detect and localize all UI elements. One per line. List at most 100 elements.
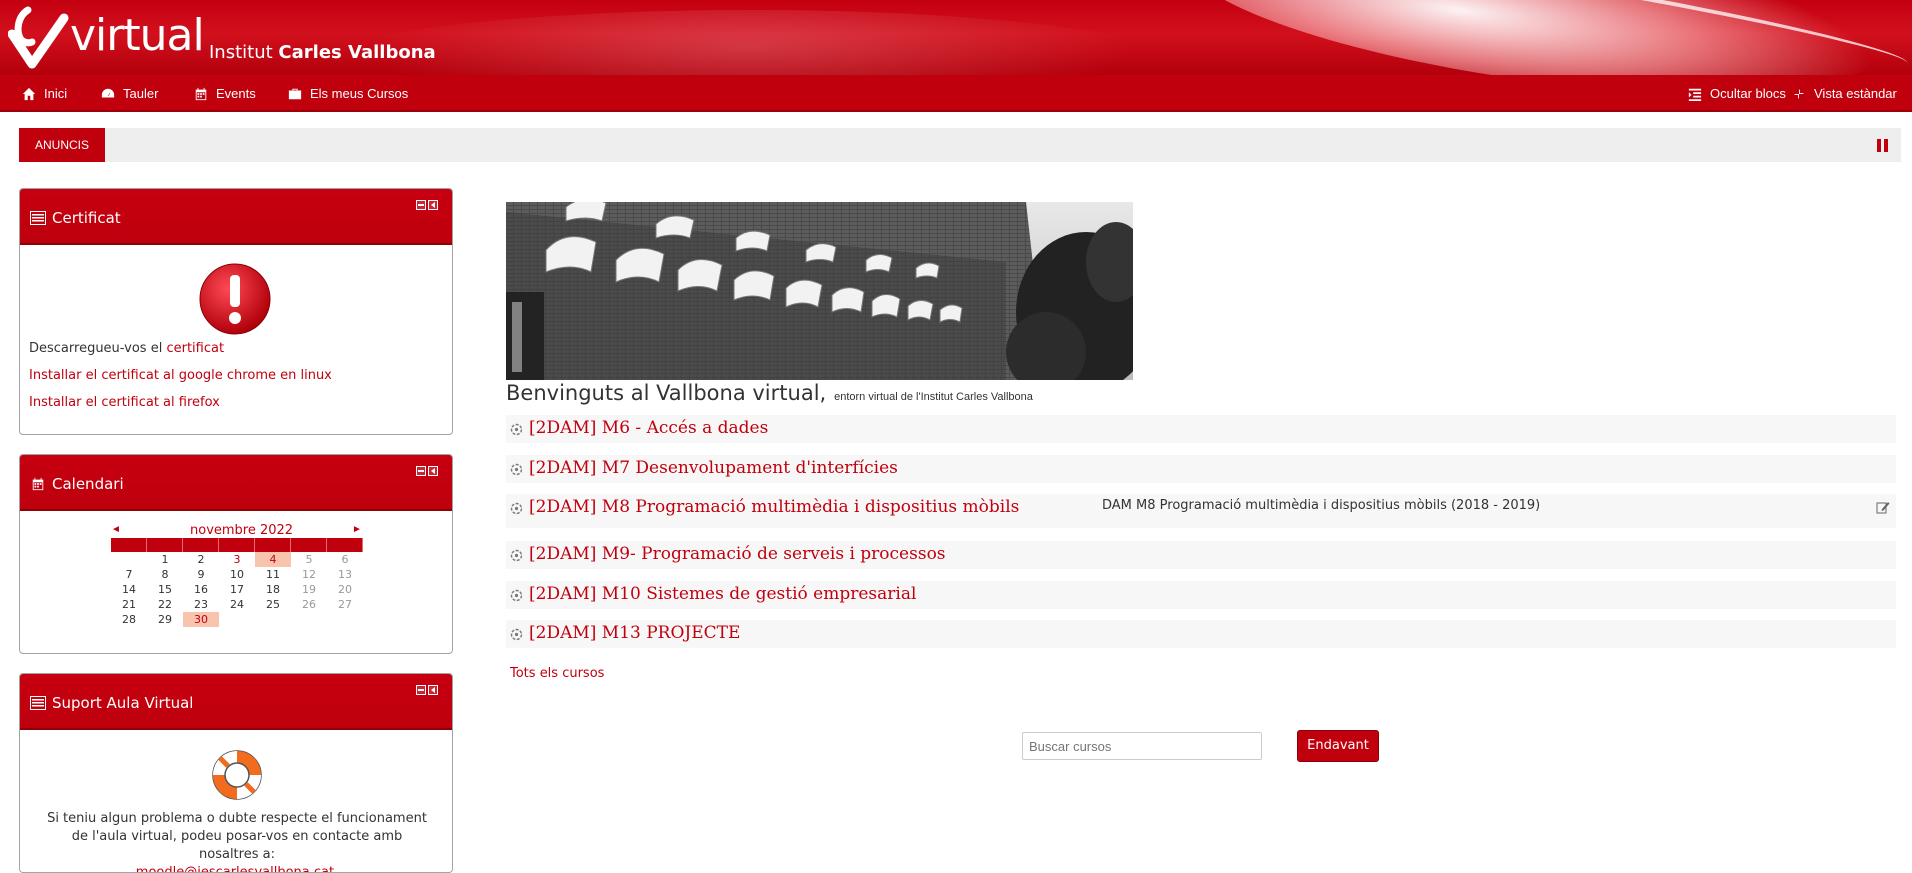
calendar-day[interactable]: 14 [111, 582, 147, 597]
dashboard-icon [101, 88, 115, 97]
calendar-day [219, 612, 255, 627]
search-go-button[interactable]: Endavant [1297, 730, 1379, 762]
calendar-day[interactable]: 1 [147, 552, 183, 567]
course-item[interactable]: [2DAM] M9- Programació de serveis i proc… [506, 541, 1896, 569]
calendar-day[interactable]: 20 [327, 582, 363, 597]
course-link[interactable]: [2DAM] M9- Programació de serveis i proc… [529, 544, 946, 564]
block-title: Suport Aula Virtual [30, 694, 193, 712]
calendar-day[interactable]: 21 [111, 597, 147, 612]
course-search-input[interactable] [1022, 732, 1262, 760]
course-item[interactable]: [2DAM] M7 Desenvolupament d'interfícies [506, 455, 1896, 483]
nav-item-els-meus-cursos[interactable]: Els meus Cursos [288, 75, 408, 112]
calendar-day[interactable]: 29 [147, 612, 183, 627]
nav-item-tauler[interactable]: Tauler [101, 75, 158, 112]
institute-name: Institut Carles Vallbona [209, 42, 436, 63]
calendar-day[interactable]: 25 [255, 597, 291, 612]
logo-mark-icon[interactable] [8, 4, 70, 70]
course-link[interactable]: [2DAM] M6 - Accés a dades [529, 418, 768, 438]
course-item[interactable]: [2DAM] M8 Programació multimèdia i dispo… [506, 494, 1896, 528]
support-email-link[interactable]: moodle@iescarlesvallbona.cat [136, 865, 334, 872]
course-item[interactable]: [2DAM] M6 - Accés a dades [506, 415, 1896, 443]
block-calendar: Calendari ◄ novembre 2022 ► 1 2 3 4 5 6 7 8 9 10 1… [19, 454, 453, 654]
pause-icon[interactable] [1877, 139, 1889, 152]
course-link[interactable]: [2DAM] M8 Programació multimèdia i dispo… [529, 497, 1019, 517]
calendar-day[interactable]: 12 [291, 567, 327, 582]
warning-icon [199, 263, 271, 335]
welcome-subtitle: entorn virtual de l'Institut Carles Vall… [834, 391, 1033, 403]
calendar-day[interactable]: 22 [147, 597, 183, 612]
calendar-day[interactable]: 30 [183, 612, 219, 627]
site-header: virtual Institut Carles Vallbona [0, 0, 1912, 75]
calendar-day[interactable]: 8 [147, 567, 183, 582]
course-link[interactable]: [2DAM] M13 PROJECTE [529, 623, 740, 643]
course-item[interactable]: [2DAM] M13 PROJECTE [506, 620, 1896, 648]
calendar-day[interactable]: 27 [327, 597, 363, 612]
calendar-day[interactable]: 4 [255, 552, 291, 567]
standard-view-button[interactable]: Vista estàndar [1792, 75, 1897, 112]
calendar-day[interactable]: 28 [111, 612, 147, 627]
calendar-day[interactable]: 7 [111, 567, 147, 582]
calendar-body: ◄ novembre 2022 ► 1 2 3 4 5 6 7 8 9 10 11 12 13 14 15 1… [20, 511, 452, 653]
chrome-install-link[interactable]: Installar el certificat al google chrome… [29, 368, 332, 383]
calendar-weekday-header [111, 538, 363, 552]
welcome-heading: Benvinguts al Vallbona virtual, entorn v… [506, 381, 1033, 405]
hide-blocks-button[interactable]: Ocultar blocs [1688, 75, 1786, 112]
all-courses-link[interactable]: Tots els cursos [510, 666, 604, 681]
dock-icon[interactable] [428, 200, 438, 210]
calendar-day[interactable]: 3 [219, 552, 255, 567]
firefox-install-link[interactable]: Installar el certificat al firefox [29, 395, 220, 410]
calendar-day[interactable]: 24 [219, 597, 255, 612]
calendar-day[interactable]: 6 [327, 552, 363, 567]
block-title-text: Calendari [52, 475, 124, 493]
collapse-icon[interactable] [416, 685, 426, 695]
home-icon [22, 87, 36, 100]
calendar-day[interactable]: 5 [291, 552, 327, 567]
nav-label: Events [216, 86, 256, 101]
block-header: Suport Aula Virtual [20, 674, 452, 730]
nav-item-inici[interactable]: Inici [22, 75, 67, 112]
download-prefix: Descarregueu-vos el [29, 341, 163, 356]
welcome-title: Benvinguts al Vallbona virtual, [506, 381, 827, 405]
course-item[interactable]: [2DAM] M10 Sistemes de gestió empresaria… [506, 581, 1896, 609]
support-text: Si teniu algun problema o dubte respecte… [40, 810, 434, 872]
calendar-day [111, 552, 147, 567]
calendar-day[interactable]: 18 [255, 582, 291, 597]
nav-item-events[interactable]: Events [194, 75, 256, 112]
calendar-day[interactable]: 26 [291, 597, 327, 612]
collapse-icon[interactable] [416, 200, 426, 210]
course-icon [510, 628, 523, 641]
course-link[interactable]: [2DAM] M7 Desenvolupament d'interfícies [529, 458, 898, 478]
course-icon [510, 549, 523, 562]
certificate-link[interactable]: certificat [166, 341, 224, 356]
calendar-day[interactable]: 10 [219, 567, 255, 582]
edit-icon[interactable] [1876, 500, 1890, 514]
calendar-day[interactable]: 13 [327, 567, 363, 582]
dock-icon[interactable] [428, 466, 438, 476]
calendar-day[interactable]: 9 [183, 567, 219, 582]
calendar-prev-button[interactable]: ◄ [111, 524, 121, 535]
nav-label: Inici [44, 86, 68, 101]
calendar-day[interactable]: 17 [219, 582, 255, 597]
calendar-day[interactable]: 19 [291, 582, 327, 597]
calendar-day[interactable]: 23 [183, 597, 219, 612]
calendar-day[interactable]: 15 [147, 582, 183, 597]
compress-icon [1792, 87, 1806, 100]
logo-text[interactable]: virtual [70, 14, 205, 58]
institute-title: Carles Vallbona [278, 42, 436, 63]
calendar-month[interactable]: novembre 2022 [190, 523, 293, 538]
standard-view-label: Vista estàndar [1814, 86, 1897, 101]
course-link[interactable]: [2DAM] M10 Sistemes de gestió empresaria… [529, 584, 916, 604]
dock-icon[interactable] [428, 685, 438, 695]
collapse-icon[interactable] [416, 466, 426, 476]
calendar-next-button[interactable]: ► [352, 524, 362, 535]
calendar-day[interactable]: 2 [183, 552, 219, 567]
weekday-header [183, 538, 219, 552]
weekday-header [255, 538, 291, 552]
course-icon [510, 502, 523, 515]
course-icon [510, 463, 523, 476]
news-ticker: ANUNCIS [19, 128, 1901, 162]
calendar-day[interactable]: 16 [183, 582, 219, 597]
calendar-day[interactable]: 11 [255, 567, 291, 582]
list-icon [30, 696, 46, 710]
course-icon [510, 423, 523, 436]
